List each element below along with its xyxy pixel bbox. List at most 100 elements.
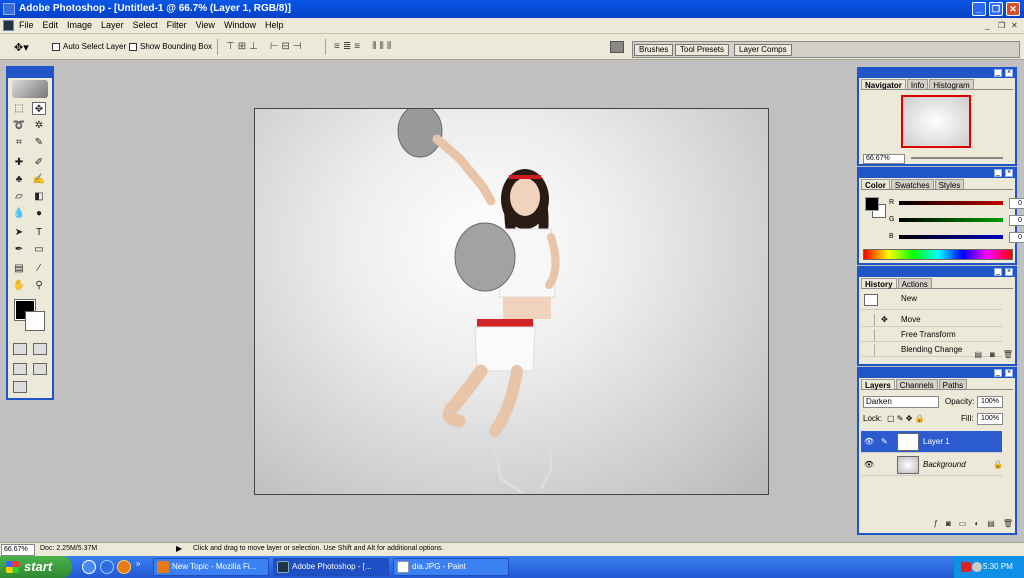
show-desktop-icon[interactable] [82,560,96,574]
status-zoom-field[interactable]: 66.67% [1,544,35,556]
menu-view[interactable]: View [196,20,215,30]
crop-tool-icon[interactable]: ⌗ [12,136,26,149]
well-tab-brushes[interactable]: Brushes [634,44,674,56]
well-tab-tool-presets[interactable]: Tool Presets [675,44,730,56]
align-top-icon[interactable]: ⊤ [226,41,235,52]
minimize-button[interactable]: _ [972,2,986,16]
window-title-bar[interactable]: Adobe Photoshop - [Untitled-1 @ 66.7% (L… [0,0,1024,18]
red-value-field[interactable]: 0 [1009,198,1024,209]
brush-tool-icon[interactable]: ✐ [32,156,46,169]
slice-tool-icon[interactable]: ✎ [32,136,46,149]
panel-title-bar[interactable] [859,69,1015,78]
tab-history[interactable]: History [861,278,897,289]
distribute-right-icon[interactable]: ⦀ [387,41,391,52]
history-state[interactable]: Free Transform [861,328,1002,342]
tab-actions[interactable]: Actions [897,278,932,289]
pen-tool-icon[interactable]: ✒ [12,243,26,256]
well-tab-layer-comps[interactable]: Layer Comps [734,44,792,56]
tab-color[interactable]: Color [861,179,890,190]
menu-window[interactable]: Window [224,20,256,30]
panel-title-bar[interactable] [859,268,1015,277]
lasso-tool-icon[interactable]: ➰ [12,119,26,132]
distribute-bottom-icon[interactable]: ≡ [354,41,360,52]
notes-tool-icon[interactable]: ▤ [12,262,26,275]
move-tool-preset-icon[interactable]: ✥▾ [14,41,29,54]
new-snapshot-icon[interactable]: ◙ [990,350,995,362]
background-color-swatch[interactable] [25,311,45,331]
close-button[interactable]: ✕ [1006,2,1020,16]
tab-histogram[interactable]: Histogram [929,79,974,90]
distribute-left-icon[interactable]: ⦀ [372,41,376,52]
lock-icons[interactable]: ▢ ✎ ✥ 🔒 [887,414,925,423]
internet-explorer-icon[interactable] [100,560,114,574]
task-paint[interactable]: dia.JPG - Paint [393,558,509,576]
navigator-thumbnail[interactable] [901,95,971,148]
status-arrow-icon[interactable]: ▶ [176,544,182,553]
distribute-buttons[interactable]: ≡ ≣ ≡ ⦀ ⦀ ⦀ [334,41,391,52]
file-browser-icon[interactable] [610,41,624,53]
delete-layer-icon[interactable]: 🗑 [1003,519,1013,531]
panel-minimize-button[interactable]: _ [994,69,1002,77]
panel-minimize-button[interactable]: _ [994,268,1002,276]
standard-mode-icon[interactable] [13,343,27,355]
tab-swatches[interactable]: Swatches [890,179,934,190]
menu-image[interactable]: Image [67,20,92,30]
quick-launch-expand-icon[interactable]: » [136,559,140,568]
navigator-zoom-slider[interactable] [911,157,1003,159]
opacity-field[interactable]: 100% [977,396,1003,408]
align-left-icon[interactable]: ⊢ [270,41,279,52]
layer-row-background[interactable]: 👁 Background 🔒 [861,454,1003,476]
green-value-field[interactable]: 0 [1009,215,1024,226]
magic-wand-tool-icon[interactable]: ✲ [32,119,46,132]
blur-tool-icon[interactable]: 💧 [12,207,26,220]
history-snapshot[interactable]: New [861,292,1002,310]
toolbox-title-bar[interactable] [8,68,52,78]
blend-mode-select[interactable]: Darken [863,396,939,408]
menu-select[interactable]: Select [133,20,158,30]
align-bottom-icon[interactable]: ⊥ [249,41,258,52]
volume-icon[interactable] [972,562,982,572]
panel-close-button[interactable]: × [1005,69,1013,77]
visibility-eye-icon[interactable]: 👁 [864,437,874,446]
document-icon[interactable] [3,20,14,31]
panel-title-bar[interactable] [859,169,1015,178]
layer-mask-icon[interactable]: ◙ [946,519,951,531]
auto-select-layer-checkbox[interactable] [52,43,60,51]
tab-channels[interactable]: Channels [895,379,938,390]
color-spectrum-bar[interactable] [863,249,1013,260]
task-photoshop[interactable]: Adobe Photoshop - [... [273,558,389,576]
blue-value-field[interactable]: 0 [1009,232,1024,243]
tab-layers[interactable]: Layers [861,379,895,390]
visibility-eye-icon[interactable]: 👁 [864,460,874,469]
rectangle-tool-icon[interactable]: ▭ [32,243,46,256]
fill-field[interactable]: 100% [977,413,1003,425]
adjustment-layer-icon[interactable]: ◐ [974,519,979,531]
navigator-zoom-field[interactable]: 66.67% [863,154,905,164]
distribute-vcenter-icon[interactable]: ≣ [343,41,351,52]
panel-close-button[interactable]: × [1005,268,1013,276]
panel-title-bar[interactable] [859,369,1015,378]
doc-minimize-button[interactable]: _ [985,21,989,30]
layer-style-icon[interactable]: ƒ [934,519,938,531]
document-size[interactable]: Doc: 2.25M/5.37M [40,545,97,552]
adobe-online-icon[interactable] [12,80,48,98]
hand-tool-icon[interactable]: ✋ [12,279,26,292]
panel-close-button[interactable]: × [1005,369,1013,377]
gradient-tool-icon[interactable]: ◧ [32,190,46,203]
clock[interactable]: 5:30 PM [983,562,1013,571]
distribute-top-icon[interactable]: ≡ [334,41,340,52]
panel-minimize-button[interactable]: _ [994,169,1002,177]
new-document-from-state-icon[interactable]: ▤ [974,350,982,362]
firefox-icon[interactable] [117,560,131,574]
antivirus-icon[interactable] [961,562,971,572]
zoom-tool-icon[interactable]: ⚲ [32,279,46,292]
photoshop-app-icon[interactable] [3,3,15,15]
align-hcenter-icon[interactable]: ⊟ [282,41,290,52]
menu-edit[interactable]: Edit [43,20,59,30]
menu-layer[interactable]: Layer [101,20,124,30]
panel-minimize-button[interactable]: _ [994,369,1002,377]
marquee-tool-icon[interactable]: ⬚ [12,102,26,115]
eraser-tool-icon[interactable]: ▱ [12,190,26,203]
delete-state-icon[interactable]: 🗑 [1003,350,1013,362]
clone-stamp-tool-icon[interactable]: ♣ [12,173,26,186]
